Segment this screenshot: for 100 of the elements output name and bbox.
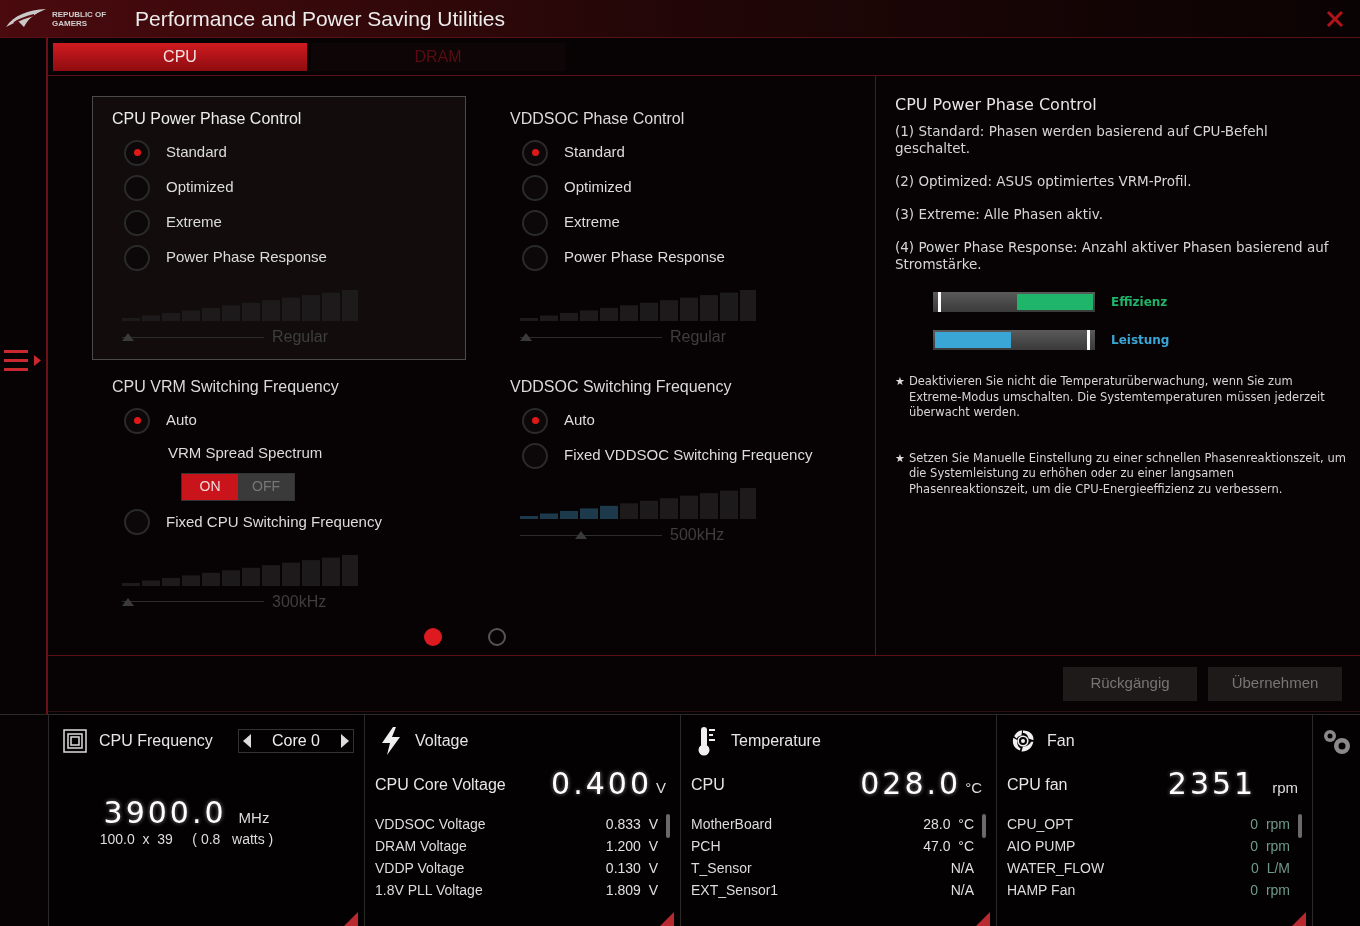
previous-icon[interactable] (243, 734, 251, 748)
reading-value: 0 rpm (1250, 880, 1290, 900)
slider-value: Regular (670, 327, 727, 347)
option-label: Standard (166, 142, 227, 163)
radio-button[interactable] (522, 139, 548, 166)
slider-track[interactable] (520, 530, 662, 540)
panel-title: Voltage (415, 731, 469, 751)
info-paragraph: (4) Power Phase Response: Anzahl aktiver Phasen basierend auf Stromstärke. (895, 239, 1330, 273)
note-text: Setzen Sie Manuelle Einstellung zu einer schnellen Phasenreaktionszeit, um die Systemleistung zu erhöhen oder zu einer langsamen Phasenreaktionszeit, um die CPU-Energieeffizienz zu verbessern. (908, 450, 1346, 497)
reading-value: 0 rpm (1250, 836, 1290, 856)
scrollbar[interactable] (666, 814, 670, 838)
core-selector[interactable]: Core 0 (238, 729, 354, 753)
main-reading-value: 2351 (1167, 767, 1257, 801)
reading-label: EXT_Sensor1 (691, 880, 779, 900)
note-text: Deaktivieren Sie nicht die Temperaturüberwachung, wenn Sie zum Extreme-Modus umschalten. Die Systemtemperaturen müssen jederzeit überwacht werden. (908, 374, 1326, 421)
slider-track[interactable] (122, 596, 264, 607)
main-reading-unit: V (656, 777, 666, 798)
reading-label: VDDSOC Voltage (375, 814, 486, 834)
main-reading-unit: °C (965, 777, 982, 798)
reading-label: AIO PUMP (1007, 836, 1076, 856)
option-label: Power Phase Response (564, 247, 725, 268)
note-bullet: ★ (895, 374, 905, 390)
option-label: Auto (564, 410, 595, 431)
reading-value: 0.130 V (605, 858, 658, 878)
slider-thumb[interactable] (574, 530, 587, 540)
slider-thumb[interactable] (122, 332, 134, 342)
info-paragraph: (3) Extreme: Alle Phasen aktiv. (895, 206, 1104, 223)
radio-button[interactable] (522, 442, 548, 469)
reading-label: PCH (691, 836, 721, 856)
radio-button[interactable] (124, 509, 150, 535)
info-title: CPU Power Phase Control (895, 94, 1098, 116)
slider-value: 300kHz (272, 591, 327, 612)
reading-value: 0 L/M (1251, 858, 1290, 878)
selector-value: Core 0 (272, 731, 320, 751)
frequency-detail: 100.0 x 39 ( 0.8 watts ) (99, 830, 274, 849)
main-reading-label: CPU (691, 775, 725, 795)
corner-mark-icon (1292, 912, 1306, 926)
frequency-value: 3900.0 (103, 797, 227, 829)
slider-thumb[interactable] (520, 332, 532, 342)
window-title: Performance and Power Saving Utilities (135, 5, 505, 32)
reading-label: CPU_OPT (1007, 814, 1074, 834)
radio-button[interactable] (522, 244, 548, 271)
tab[interactable]: CPU (53, 42, 307, 71)
option-label: Optimized (564, 177, 632, 198)
reading-label: WATER_FLOW (1007, 858, 1105, 878)
panel-title: Fan (1047, 731, 1075, 751)
note-bullet: ★ (895, 450, 905, 467)
radio-button[interactable] (124, 139, 150, 166)
main-reading-label: CPU Core Voltage (375, 775, 506, 795)
corner-mark-icon (660, 912, 674, 926)
main-reading-value: 028.0 (860, 767, 962, 801)
reading-value: N/A (950, 858, 974, 878)
scrollbar[interactable] (1298, 814, 1302, 838)
option-label: Extreme (564, 212, 620, 233)
option-label: Fixed VDDSOC Switching Frequency (564, 445, 813, 466)
reading-value: 47.0 °C (923, 836, 974, 856)
logo-text: REPUBLIC OF (52, 9, 107, 19)
info-paragraph: (1) Standard: Phasen werden basierend auf CPU-Befehl geschaltet. (895, 123, 1269, 157)
info-paragraph: (2) Optimized: ASUS optimiertes VRM-Profil. (895, 173, 1193, 190)
corner-mark-icon (976, 912, 990, 926)
reading-value: N/A (950, 880, 974, 900)
meter-label: Leistung (1111, 332, 1170, 349)
reading-value: 1.809 V (605, 880, 658, 900)
meter-label: Effizienz (1111, 294, 1168, 311)
radio-button[interactable] (522, 209, 548, 236)
slider-value: 500kHz (670, 525, 725, 545)
panel-title: Temperature (731, 731, 821, 751)
thermometer-icon (697, 726, 717, 756)
radio-button[interactable] (522, 407, 548, 434)
group-title: VDDSOC Switching Frequency (510, 377, 733, 397)
reading-label: DRAM Voltage (375, 836, 467, 856)
radio-button[interactable] (124, 174, 150, 201)
reading-label: T_Sensor (691, 858, 752, 878)
radio-button[interactable] (124, 244, 150, 271)
menu-icon[interactable] (4, 348, 42, 374)
slider-track[interactable] (122, 332, 264, 342)
radio-button[interactable] (124, 407, 150, 434)
reading-label: HAMP Fan (1007, 880, 1076, 900)
option-label: Power Phase Response (166, 247, 327, 268)
option-label: Extreme (166, 212, 222, 233)
reading-value: 28.0 °C (923, 814, 974, 834)
logo-text: GAMERS (52, 18, 89, 28)
main-reading-unit: rpm (1272, 777, 1298, 798)
radio-button[interactable] (124, 209, 150, 236)
reading-value: 0.833 V (605, 814, 658, 834)
setting-label: VRM Spread Spectrum (168, 443, 324, 463)
next-icon[interactable] (341, 734, 349, 748)
reading-label: VDDP Voltage (375, 858, 465, 878)
option-label: Standard (564, 142, 625, 163)
slider-track[interactable] (520, 332, 662, 342)
slider-thumb[interactable] (122, 596, 134, 607)
option-label: Optimized (166, 177, 234, 198)
close-icon[interactable] (1326, 9, 1344, 28)
reading-label: 1.8V PLL Voltage (375, 880, 483, 900)
reading-label: MotherBoard (691, 814, 772, 834)
scrollbar[interactable] (982, 814, 986, 838)
toggle-switch[interactable]: ON OFF (181, 472, 295, 501)
radio-button[interactable] (522, 174, 548, 201)
group-title: CPU VRM Switching Frequency (112, 377, 340, 397)
panel-title: CPU Frequency (99, 731, 213, 751)
